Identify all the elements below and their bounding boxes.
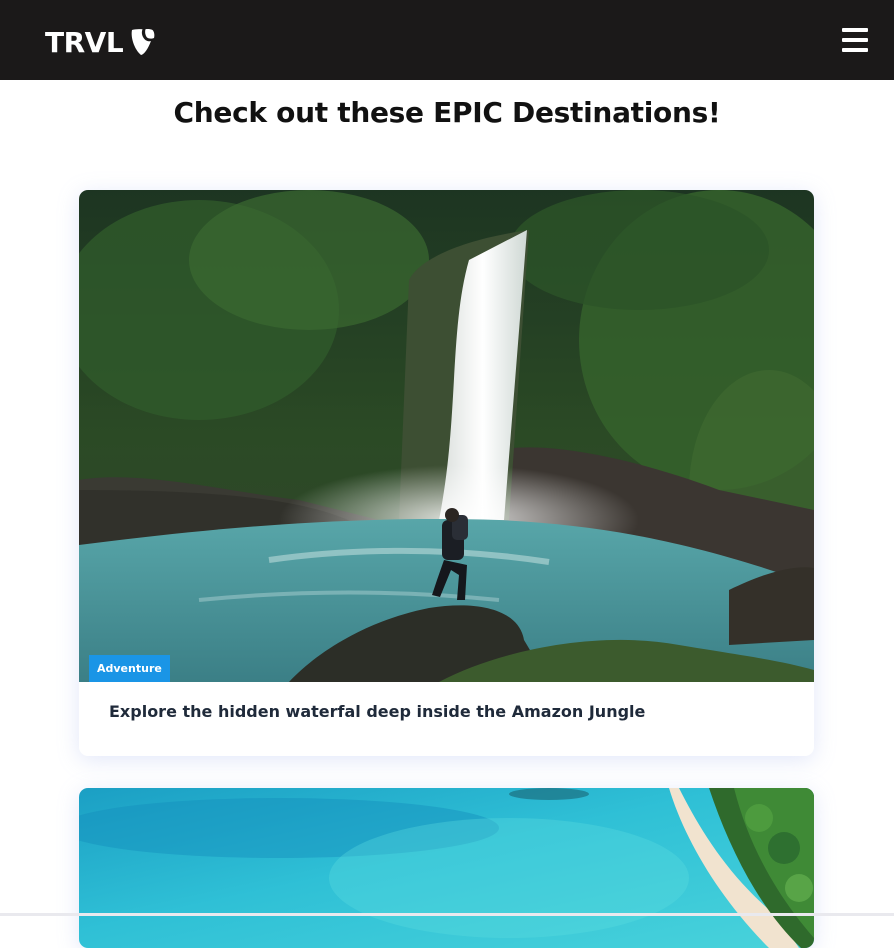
waterfall-image [79,190,814,682]
brand-logo-link[interactable]: TRVL [45,24,155,60]
hamburger-menu-icon-bar-bottom [842,48,868,52]
brand-name: TRVL [45,25,124,59]
tropical-beach-image [79,788,814,948]
destination-card[interactable]: Adventure Explore the hidden waterfal de… [79,190,814,756]
typo3-logo-icon [131,29,155,55]
site-header: TRVL [0,0,894,80]
hamburger-menu-icon-bar-middle [842,38,868,42]
menu-toggle-button[interactable] [840,27,870,53]
page-title: Check out these EPIC Destinations! [173,96,721,129]
hamburger-menu-icon-bar-top [842,28,868,32]
category-badge[interactable]: Adventure [89,655,170,682]
card-title[interactable]: Explore the hidden waterfal deep inside … [109,702,645,721]
destination-card[interactable] [79,788,814,948]
